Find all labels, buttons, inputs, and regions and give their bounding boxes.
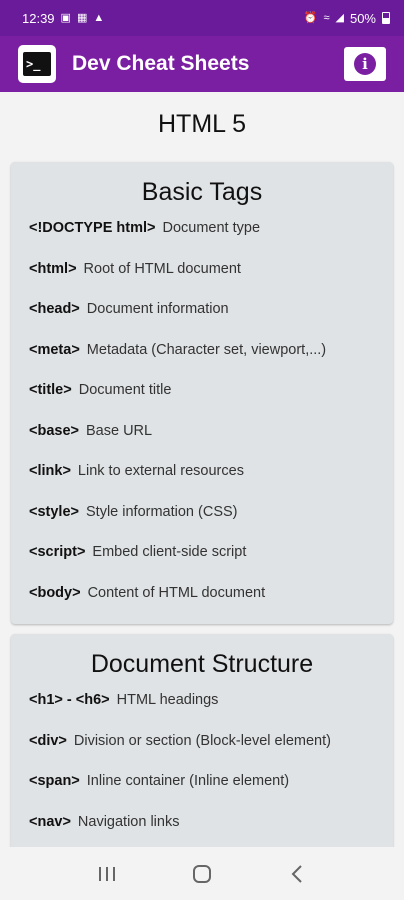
tag-name: <base> [29,422,79,439]
tag-description: Navigation links [77,813,180,830]
tag-description: Style information (CSS) [86,503,238,520]
app-logo: >_ [18,45,56,83]
app-notification-icon: ▲ [93,11,105,24]
tag-description: Embed client-side script [92,544,247,560]
section-title: Basic Tags [141,178,263,206]
list-item: <nav> Navigation links [29,814,375,848]
status-right: ⏰ ≈ ◢ 50% [304,11,390,26]
list-item: <body> Content of HTML document [29,585,375,626]
tag-description: HTML headings [116,692,219,708]
tag-description: Root of HTML document [83,260,241,277]
tag-name: <title> [29,382,72,398]
info-icon: i [354,53,376,75]
signal-icon: ◢ [335,11,344,24]
tag-description: Metadata (Character set, viewport,...) [86,341,327,358]
gallery-icon: ▣ [60,11,71,24]
list-item: <meta> Metadata (Character set, viewport… [29,342,375,383]
battery-icon [382,12,390,24]
content-scroll[interactable]: HTML 5 Basic Tags <!DOCTYPE html> Docume… [0,92,404,847]
tag-name: <h1> - <h6> [29,692,110,708]
app-bar: >_ Dev Cheat Sheets i [0,36,404,92]
system-nav-bar [0,847,404,900]
tag-name: <div> [29,732,67,749]
recent-apps-icon [99,866,116,881]
list-item: <base> Base URL [29,423,375,464]
list-item: <head> Document information [29,301,375,342]
list-item: <!DOCTYPE html> Document type [29,220,375,261]
tag-name: <html> [29,260,77,277]
section-title: Document Structure [90,650,314,678]
wifi-icon: ≈ [323,11,330,24]
status-left: 12:39 ▣ ▦ ▲ [22,11,104,26]
recent-apps-button[interactable] [92,859,122,889]
list-item: <style> Style information (CSS) [29,504,375,545]
tag-description: Document type [162,220,261,236]
tag-description: Base URL [86,422,153,439]
tag-name: <script> [29,544,86,560]
tag-description: Inline container (Inline element) [86,773,290,789]
back-icon [291,864,302,883]
tag-name: <link> [29,463,71,479]
tag-name: <span> [29,773,80,789]
tag-name: <head> [29,301,80,317]
list-item: <div> Division or section (Block-level e… [29,733,375,774]
info-button[interactable]: i [344,47,386,81]
tag-description: Link to external resources [77,463,244,479]
tag-description: Document information [86,301,229,317]
list-item: <span> Inline container (Inline element) [29,773,375,814]
section-card-document-structure: Document Structure <h1> - <h6> HTML head… [11,634,393,847]
app-title: Dev Cheat Sheets [72,52,250,75]
tag-name: <meta> [29,341,80,358]
tag-name: <nav> [29,813,71,830]
battery-percent: 50% [349,10,376,26]
list-item: <link> Link to external resources [29,463,375,504]
tag-name: <body> [29,584,81,601]
list-item: <script> Embed client-side script [29,544,375,585]
back-button[interactable] [282,859,312,889]
section-card-basic-tags: Basic Tags <!DOCTYPE html> Document type… [11,162,393,624]
tag-description: Document title [78,382,172,398]
tag-description: Content of HTML document [87,584,266,601]
alarm-icon: ⏰ [303,11,318,24]
page-title: HTML 5 [158,110,246,138]
status-time: 12:39 [22,10,55,26]
image-icon: ▦ [76,11,88,24]
home-icon [192,864,211,883]
tag-name: <!DOCTYPE html> [29,220,156,236]
tag-description: Division or section (Block-level element… [73,732,331,749]
terminal-icon: >_ [23,52,51,76]
status-bar: 12:39 ▣ ▦ ▲ ⏰ ≈ ◢ 50% [0,0,404,36]
home-button[interactable] [187,859,217,889]
list-item: <html> Root of HTML document [29,261,375,302]
list-item: <title> Document title [29,382,375,423]
tag-name: <style> [29,503,79,520]
list-item: <h1> - <h6> HTML headings [29,692,375,733]
